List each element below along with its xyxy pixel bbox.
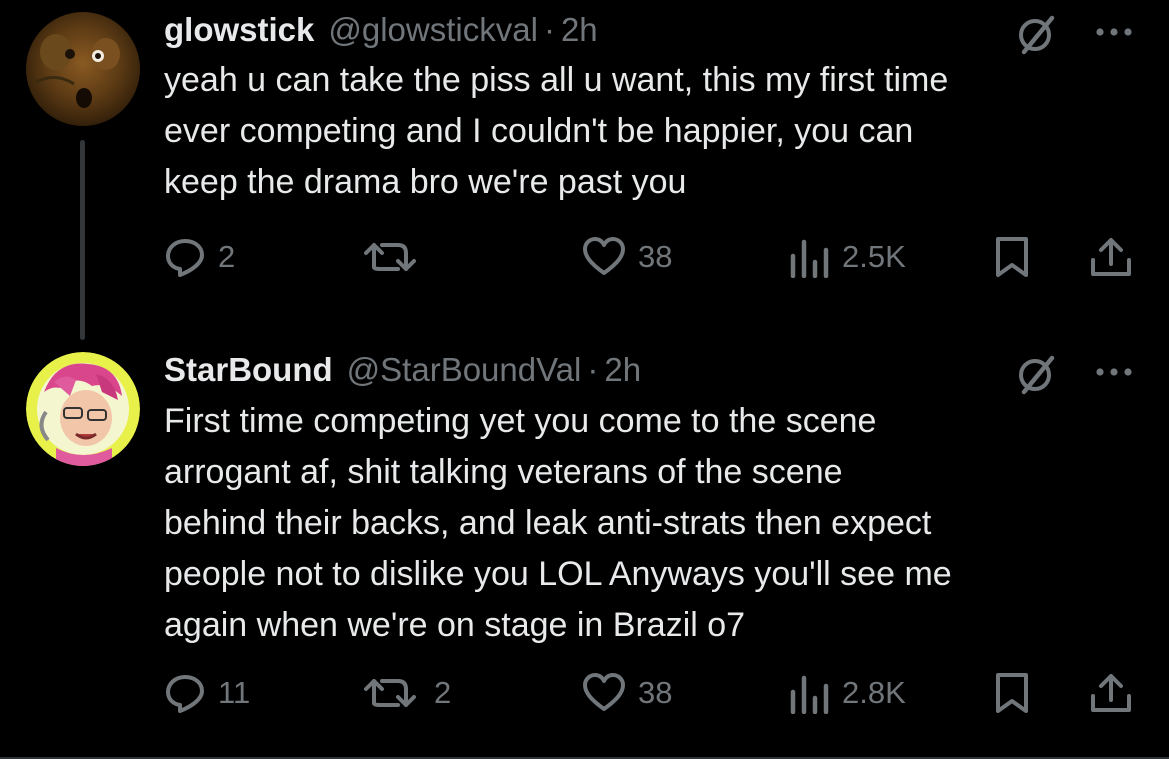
tweet-header: StarBound @StarBoundVal · 2h: [164, 350, 641, 390]
avatar[interactable]: [26, 12, 140, 126]
separator-dot: ·: [587, 351, 599, 388]
view-count: 2.5K: [842, 239, 906, 274]
more-icon[interactable]: [1092, 362, 1136, 382]
repost-button[interactable]: [360, 234, 434, 280]
action-bar: 11 2 38 2.8K: [164, 670, 1139, 716]
reply-count: 11: [218, 675, 251, 710]
reply-button[interactable]: 2: [164, 234, 235, 280]
grok-icon[interactable]: [1014, 352, 1058, 396]
timestamp[interactable]: 2h: [561, 11, 598, 49]
views-icon: [790, 675, 829, 714]
avatar-image: [26, 352, 140, 466]
tweet-text: yeah u can take the piss all u want, thi…: [164, 61, 949, 201]
share-button[interactable]: [1089, 234, 1133, 280]
like-icon: [583, 673, 625, 711]
reply-button[interactable]: 11: [164, 670, 250, 716]
display-name[interactable]: glowstick: [164, 11, 314, 49]
like-icon: [583, 237, 625, 275]
timestamp[interactable]: 2h: [604, 351, 641, 389]
share-icon: [1091, 238, 1131, 276]
bookmark-button[interactable]: [994, 670, 1030, 716]
like-button[interactable]: 38: [582, 234, 672, 280]
views-button[interactable]: 2.8K: [788, 670, 906, 716]
like-count: 38: [638, 239, 673, 274]
repost-icon: [364, 679, 416, 707]
reply-icon: [166, 239, 204, 277]
repost-icon: [364, 243, 416, 271]
thread-connector-line: [80, 140, 85, 340]
display-name[interactable]: StarBound: [164, 351, 333, 389]
views-icon: [790, 239, 829, 278]
share-button[interactable]: [1089, 670, 1133, 716]
avatar[interactable]: [26, 352, 140, 466]
handle[interactable]: @StarBoundVal: [347, 351, 582, 389]
reply-count: 2: [218, 239, 236, 274]
reply-icon: [166, 675, 204, 713]
more-icon[interactable]: [1092, 22, 1136, 42]
bookmark-icon: [996, 237, 1028, 277]
tweet-text: First time competing yet you come to the…: [164, 402, 952, 644]
tweet-header: glowstick @glowstickval · 2h: [164, 10, 598, 50]
action-bar: 2 38 2.5K: [164, 234, 1139, 280]
repost-button[interactable]: 2: [360, 670, 451, 716]
separator-dot: ·: [543, 11, 555, 48]
repost-count: 2: [434, 675, 452, 710]
avatar-image: [26, 12, 140, 126]
grok-icon[interactable]: [1014, 12, 1058, 56]
like-button[interactable]: 38: [582, 670, 672, 716]
bookmark-icon: [996, 673, 1028, 713]
tweet-2[interactable]: StarBound @StarBoundVal · 2h First time …: [0, 340, 1169, 759]
bookmark-button[interactable]: [994, 234, 1030, 280]
tweet-1[interactable]: glowstick @glowstickval · 2h yeah u can …: [0, 0, 1169, 340]
view-count: 2.8K: [842, 675, 906, 710]
handle[interactable]: @glowstickval: [328, 11, 538, 49]
views-button[interactable]: 2.5K: [788, 234, 906, 280]
like-count: 38: [638, 675, 673, 710]
share-icon: [1091, 674, 1131, 712]
